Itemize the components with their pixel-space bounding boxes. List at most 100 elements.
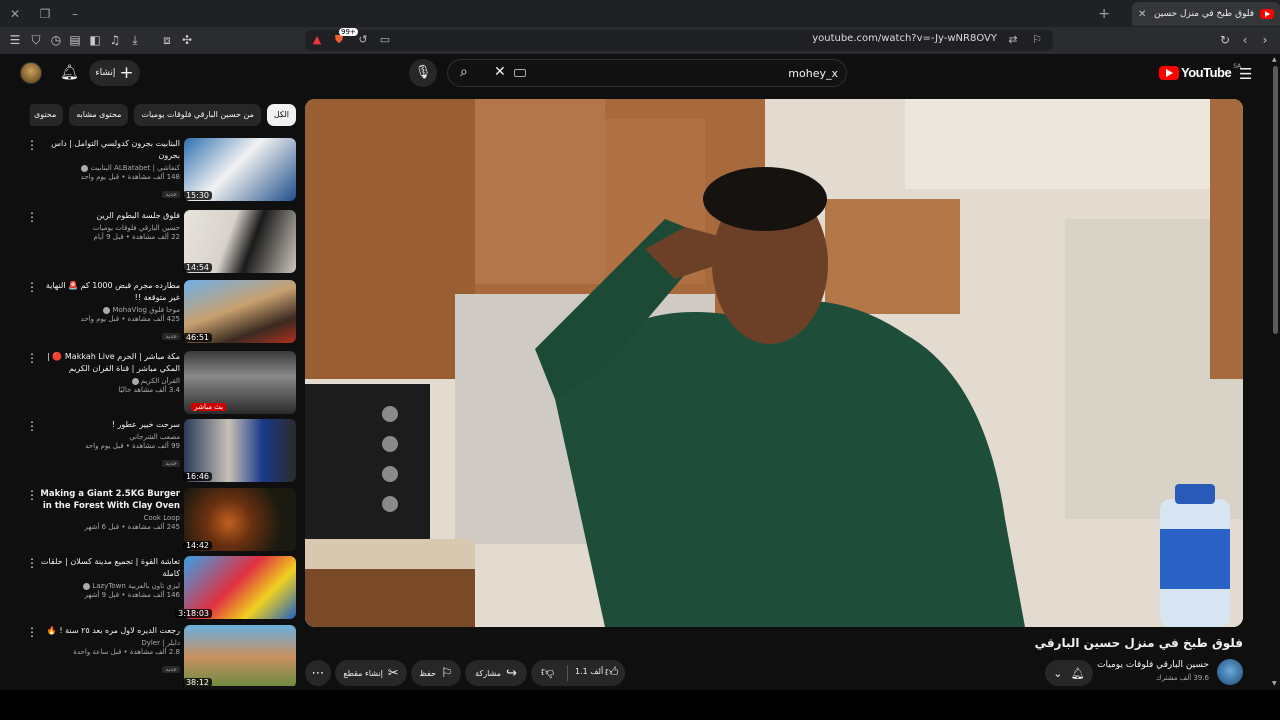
share-label: مشاركة (475, 668, 501, 678)
subscriber-count: 39.6 ألف مشترك (1155, 674, 1209, 682)
like-dislike-group: 👎︎ 1.1 ألف 👍︎ (531, 660, 625, 686)
window-maximize-icon[interactable]: ❐ (36, 5, 54, 23)
scroll-up-icon[interactable]: ▲ (1272, 56, 1277, 63)
more-options-icon[interactable]: ⋮ (26, 419, 38, 433)
sidebar-icon[interactable]: ◧ (87, 32, 103, 48)
channel-name[interactable]: مصعب الشرجاني (38, 433, 180, 441)
video-duration: 3:18:03 (175, 609, 212, 618)
new-tab-icon[interactable]: + (1098, 6, 1110, 22)
more-actions-button[interactable]: ⋯ (305, 660, 331, 686)
channel-name[interactable]: موحا فلوق MohaVlog (38, 306, 180, 314)
recommendation-item[interactable]: 16:46 ⋮ سرحت خيير عطور ! مصعب الشرجاني 9… (22, 417, 296, 483)
recommendation-item[interactable]: 38:12 ⋮ رجعت الديره لاول مره بعد ٢٥ سنة … (22, 623, 296, 686)
reload-icon[interactable]: ↻ (1217, 32, 1233, 48)
music-icon[interactable]: ♫ (107, 32, 123, 48)
clear-search-icon[interactable]: ✕ (494, 64, 506, 80)
channel-name[interactable]: حسين البارقي فلوقات يوميات (38, 224, 180, 232)
chip-related[interactable]: محتوى مشابه (69, 104, 129, 126)
page-scrollbar[interactable]: ▲ ▼ (1270, 54, 1280, 690)
browser-tab[interactable]: فلوق طبخ في منزل حسين البارقي ✕ (1132, 2, 1280, 26)
logo-text: YouTube (1181, 65, 1232, 80)
search-box: ⌕ ✕ (447, 59, 847, 87)
more-options-icon[interactable]: ⋮ (26, 488, 38, 502)
history-icon[interactable]: ◷ (48, 32, 64, 48)
channel-name[interactable]: ليزي تاون بالعربية LazyTown (38, 582, 180, 590)
chevron-down-icon: ⌄ (1053, 666, 1063, 680)
verified-icon (103, 306, 111, 314)
back-icon[interactable]: ‹ (1237, 32, 1253, 48)
channel-name[interactable]: Cook Loop (38, 514, 180, 522)
video-title[interactable]: رجعت الديره لاول مره بعد ٢٥ سنة ! 🔥 (38, 625, 180, 637)
video-title[interactable]: Making a Giant 2.5KG Burger in the Fores… (38, 488, 180, 512)
more-options-icon[interactable]: ⋮ (26, 210, 38, 224)
video-player[interactable] (305, 99, 1243, 627)
video-title[interactable]: فلوق جلسة البطوم الرين (38, 210, 180, 222)
more-options-icon[interactable]: ⋮ (26, 625, 38, 639)
screenshot-icon[interactable]: ⧈ (159, 32, 175, 48)
tabs-icon[interactable]: ▤ (67, 32, 83, 48)
video-thumbnail[interactable] (184, 625, 296, 686)
download-icon[interactable]: ⤓ (127, 32, 143, 48)
recommendation-item[interactable]: 3:18:03 ⋮ تعاشة القوة | تجميع مدينة كسلا… (22, 554, 296, 620)
channel-avatar[interactable] (1217, 659, 1243, 685)
chip-more[interactable]: محتوى (30, 104, 64, 126)
account-avatar[interactable] (20, 62, 42, 84)
site-settings-icon[interactable]: ⇄ (1005, 32, 1021, 48)
clip-button[interactable]: إنشاء مقطع ✂ (335, 660, 407, 686)
scroll-down-icon[interactable]: ▼ (1272, 680, 1277, 687)
video-title[interactable]: تعاشة القوة | تجميع مدينة كسلان | حلقات … (38, 556, 180, 580)
recommendation-item[interactable]: بث مباشر ⋮ مكة مباشر | الحرم Makkah Live… (22, 349, 296, 415)
scrollbar-thumb[interactable] (1273, 66, 1278, 334)
window-minimize-icon[interactable]: – (66, 5, 84, 23)
channel-name[interactable]: القرآن الكريم (38, 377, 180, 385)
video-title[interactable]: مطارده مجرم قبض 1000 كم 🚨 النهاية غير مت… (38, 280, 180, 304)
recommendation-item[interactable]: 14:54 ⋮ فلوق جلسة البطوم الرين حسين البا… (22, 208, 296, 274)
like-icon[interactable]: 👍︎ (605, 665, 619, 680)
chip-all[interactable]: الكل (266, 104, 296, 126)
search-icon[interactable]: ⌕ (460, 64, 468, 80)
video-duration: 46:51 (182, 333, 212, 342)
more-options-icon[interactable]: ⋮ (26, 556, 38, 570)
video-duration: 14:42 (182, 541, 212, 550)
channel-label: موحا فلوق MohaVlog (112, 306, 180, 314)
create-button[interactable]: إنشاء + (89, 60, 140, 86)
verified-icon (81, 164, 89, 172)
more-options-icon[interactable]: ⋮ (26, 138, 38, 152)
recommendation-item[interactable]: 14:42 ⋮ Making a Giant 2.5KG Burger in t… (22, 486, 296, 552)
channel-name[interactable]: كنفاشي | ALBatabet البتابيت (38, 164, 180, 172)
tab-close-icon[interactable]: ✕ (1138, 9, 1146, 20)
share-button[interactable]: مشاركة ↪ (465, 660, 527, 686)
bookmark-icon[interactable]: ⚐ (1029, 32, 1045, 48)
more-options-icon[interactable]: ⋮ (26, 351, 38, 365)
video-duration: 15:30 (182, 191, 212, 200)
guide-menu-icon[interactable]: ☰ (1239, 65, 1252, 83)
keyboard-icon[interactable] (514, 69, 526, 77)
menu-icon[interactable]: ☰ (7, 32, 23, 48)
more-horizontal-icon: ⋯ (311, 665, 325, 681)
channel-name-main[interactable]: حسين البارقي فلوقات يوميات (1097, 660, 1209, 670)
window-close-icon[interactable]: ✕ (6, 5, 24, 23)
subscribed-button[interactable]: ⌄ 🔔︎ (1045, 660, 1093, 686)
channel-label: ليزي تاون بالعربية LazyTown (92, 582, 180, 590)
chip-from-channel[interactable]: من حسين البارقي فلوقات يوميات (134, 104, 261, 126)
reload-page-icon[interactable]: ↺ (355, 32, 371, 48)
video-title[interactable]: مكة مباشر | الحرم Makkah Live 🔴 | المكي … (38, 351, 180, 375)
voice-search-icon[interactable]: 🎙︎ (409, 59, 437, 87)
search-input[interactable] (638, 64, 838, 82)
forward-icon[interactable]: › (1257, 32, 1273, 48)
recommendation-item[interactable]: 46:51 ⋮ مطارده مجرم قبض 1000 كم 🚨 النهاي… (22, 278, 296, 344)
more-options-icon[interactable]: ⋮ (26, 280, 38, 294)
cast-icon[interactable]: ▭ (377, 32, 393, 48)
shield-icon[interactable]: ⛉ (28, 32, 44, 48)
triangle-extension-icon[interactable]: ▲ (309, 32, 325, 48)
dislike-icon[interactable]: 👎︎ (541, 665, 554, 680)
video-title[interactable]: سرحت خيير عطور ! (38, 419, 180, 431)
video-title[interactable]: البتابيت بجرون كدولسي التوامل | داس بجرو… (38, 138, 180, 162)
save-button[interactable]: حفظ ⚐ (411, 660, 461, 686)
address-bar[interactable]: ▲ ⛊ 99+ ↺ ▭ youtube.com/watch?v=-Jy-wNR8… (305, 28, 1053, 51)
channel-name[interactable]: دايلر | Dyler (38, 639, 180, 647)
youtube-logo[interactable]: YouTube SA (1159, 63, 1241, 80)
extensions-icon[interactable]: ✣ (179, 32, 195, 48)
notifications-bell-icon[interactable]: 🔔︎ (60, 63, 79, 81)
recommendation-item[interactable]: 15:30 ⋮ البتابيت بجرون كدولسي التوامل | … (22, 136, 296, 202)
